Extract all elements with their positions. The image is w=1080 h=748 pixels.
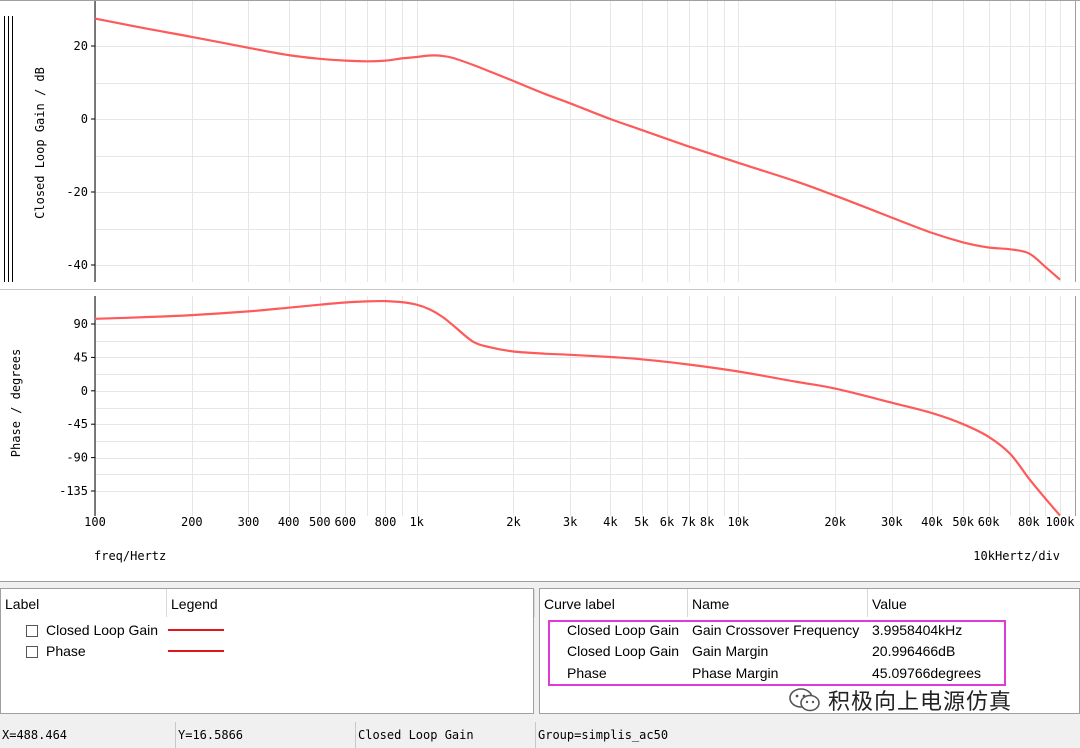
phase-y-axis-title: Phase / degrees: [9, 349, 23, 457]
measure-col-value[interactable]: Value: [868, 589, 1080, 617]
legend-col-legend[interactable]: Legend: [167, 589, 535, 617]
show-gain-checkbox[interactable]: [26, 625, 38, 637]
gain-y-axis-title: Closed Loop Gain / dB: [33, 67, 47, 219]
phase-y-tick-label: 0: [81, 384, 88, 398]
x-tick-label: 100k: [1046, 515, 1076, 529]
x-tick-label: 2k: [506, 515, 521, 529]
highlight-box: [548, 620, 1006, 686]
x-tick-label: 10k: [727, 515, 749, 529]
wechat-icon: [789, 688, 820, 712]
gain-grid: [95, 0, 1075, 282]
status-group: Group=simplis_ac50: [538, 728, 669, 742]
phase-y-tick-label: 90: [74, 317, 88, 331]
x-tick-label: 30k: [881, 515, 903, 529]
x-tick-label: 200: [181, 515, 203, 529]
x-tick-label: 8k: [700, 515, 715, 529]
phase-y-ticks: 90 45 0 -45 -90 -135: [59, 317, 95, 498]
x-tick-label: 600: [334, 515, 356, 529]
gain-y-tick-label: 0: [81, 112, 88, 126]
gain-y-ticks: 20 0 -20 -40: [66, 39, 95, 272]
x-tick-label: 60k: [978, 515, 1000, 529]
measure-col-curve[interactable]: Curve label: [540, 589, 688, 617]
legend-line-gain: [168, 629, 224, 631]
x-tick-label: 800: [375, 515, 397, 529]
legend-line-phase: [168, 650, 224, 652]
bode-plot[interactable]: 200-20-40 90450-45-90-135 100 200 300 400 50…: [0, 0, 1080, 582]
x-tick-labels: 100 200 300 400 500 600 800 1k 2k 3k 4k 5k 6k 7k 8k 10k…: [84, 515, 1075, 529]
x-axis-title: freq/Hertz: [94, 549, 166, 563]
x-tick-label: 4k: [603, 515, 618, 529]
watermark-text: 积极向上电源仿真: [828, 689, 1013, 714]
show-phase-checkbox[interactable]: [26, 646, 38, 658]
phase-y-tick-label: -90: [66, 451, 88, 465]
phase-y-tick-label: -135: [59, 484, 88, 498]
measure-col-name[interactable]: Name: [688, 589, 868, 617]
phase-grid: [95, 296, 1075, 516]
phase-y-tick-label: -45: [66, 417, 88, 431]
status-y: Y=16.5866: [176, 722, 356, 748]
x-div-label: 10kHertz/div: [973, 549, 1060, 563]
x-tick-label: 500: [309, 515, 331, 529]
phase-y-tick-label: 45: [74, 350, 88, 364]
gain-y-tick-label: -20: [66, 185, 88, 199]
x-tick-label: 5k: [634, 515, 649, 529]
legend-col-label[interactable]: Label: [1, 589, 167, 617]
x-tick-label: 100: [84, 515, 106, 529]
gain-curve: [94, 17, 1061, 281]
legend-panel: Label Legend Closed Loop Gain Phase: [0, 588, 535, 714]
x-tick-label: 50k: [952, 515, 974, 529]
x-tick-label: 40k: [921, 515, 943, 529]
legend-label-gain: Closed Loop Gain: [46, 622, 159, 638]
legend-label-phase: Phase: [46, 643, 86, 659]
plot-area[interactable]: 20 0 -20 -40 90 45 0 -45 -90 -135 100 200 300 400 50…: [0, 0, 1080, 582]
status-curve: Closed Loop Gain: [356, 722, 536, 748]
gain-y-tick-label: -40: [66, 258, 88, 272]
x-tick-label: 80k: [1018, 515, 1040, 529]
status-bar: X=488.464 Y=16.5866 Closed Loop Gain Gro…: [0, 722, 1080, 748]
x-tick-label: 1k: [409, 515, 424, 529]
x-tick-label: 6k: [660, 515, 675, 529]
x-tick-label: 400: [278, 515, 300, 529]
phase-axes: [94, 296, 1076, 516]
x-tick-label: 300: [238, 515, 260, 529]
x-tick-label: 7k: [681, 515, 696, 529]
x-tick-label: 20k: [824, 515, 846, 529]
x-tick-label: 3k: [563, 515, 578, 529]
gain-curve-group: [94, 17, 1061, 281]
watermark: 积极向上电源仿真: [788, 683, 1012, 717]
gain-axes: [0, 0, 1080, 282]
gain-y-tick-label: 20: [74, 39, 88, 53]
status-x: X=488.464: [0, 722, 176, 748]
